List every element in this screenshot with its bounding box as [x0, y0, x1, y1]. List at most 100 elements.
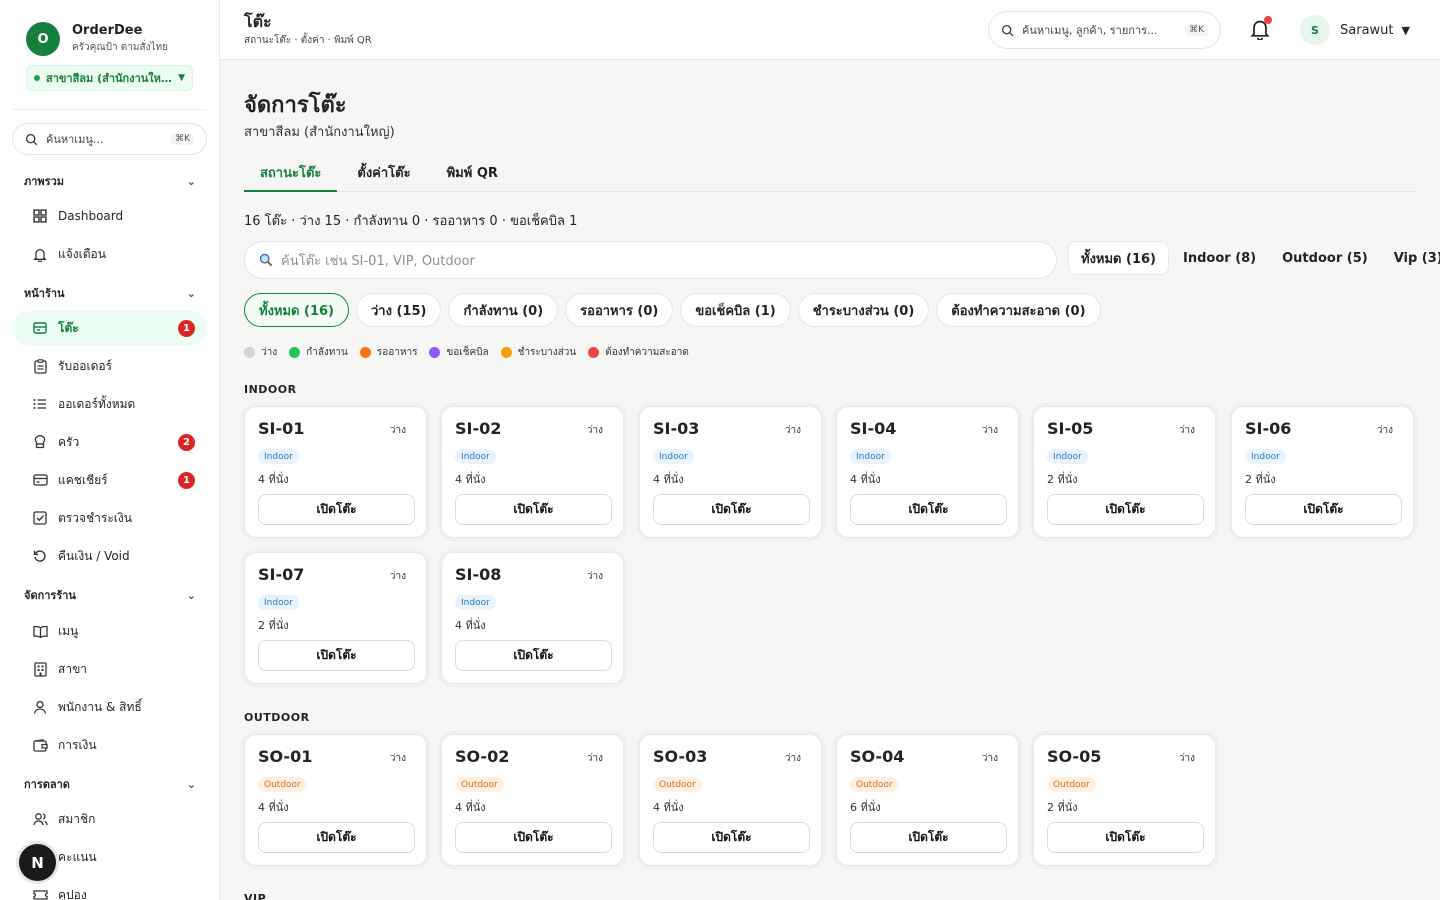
notification-badge: 2 [178, 433, 195, 451]
sidebar-item-label: คืนเงิน / Void [58, 548, 130, 563]
tab-table-settings[interactable]: ตั้งค่าโต๊ะ [341, 158, 426, 192]
zone-filter-outdoor[interactable]: Outdoor (5) [1270, 241, 1380, 275]
open-table-button[interactable]: เปิดโต๊ะ [1047, 494, 1204, 525]
tab-print-qr[interactable]: พิมพ์ QR [431, 158, 514, 192]
sidebar-item-notifications[interactable]: แจ้งเตือน [12, 237, 207, 271]
sidebar-item-label: สมาชิก [58, 811, 96, 826]
table-card[interactable]: SO-04 ว่าง Outdoor 6 ที่นั่ง เปิดโต๊ะ [836, 734, 1019, 866]
grid-icon [32, 208, 48, 224]
section-marketing[interactable]: การตลาด ⌄ [0, 774, 219, 794]
status-filter-all[interactable]: ทั้งหมด (16) [244, 293, 349, 327]
table-card[interactable]: SI-01 ว่าง Indoor 4 ที่นั่ง เปิดโต๊ะ [244, 406, 427, 538]
zone-badge: Indoor [1047, 449, 1088, 464]
table-name: SO-02 [455, 747, 510, 766]
status-filter-available[interactable]: ว่าง (15) [356, 293, 442, 327]
table-card[interactable]: SO-01 ว่าง Outdoor 4 ที่นั่ง เปิดโต๊ะ [244, 734, 427, 866]
sidebar-item-cashier[interactable]: แคชเชียร์ 1 [12, 463, 207, 497]
legend-label: ว่าง [261, 347, 278, 358]
card-icon [32, 472, 48, 488]
zone-badge: Outdoor [850, 777, 899, 792]
section-overview[interactable]: ภาพรวม ⌄ [0, 171, 219, 191]
sidebar-item-finance[interactable]: การเงิน [12, 728, 207, 762]
user-menu[interactable]: S Sarawut ▼ [1300, 15, 1410, 45]
table-name: SI-08 [455, 565, 502, 584]
zone-heading-outdoor: OUTDOOR [244, 711, 310, 724]
seat-count: 4 ที่นั่ง [258, 473, 289, 486]
table-status: ว่าง [784, 425, 801, 436]
sidebar-item-menu[interactable]: เมนู [12, 614, 207, 648]
table-card[interactable]: SO-05 ว่าง Outdoor 2 ที่นั่ง เปิดโต๊ะ [1033, 734, 1216, 866]
branch-selector[interactable]: สาขาสีลม (สำนักงานใหญ่) ▼ [26, 65, 193, 91]
open-table-button[interactable]: เปิดโต๊ะ [850, 822, 1007, 853]
table-search-input[interactable]: ค้นโต๊ะ เช่น SI-01, VIP, Outdoor [244, 241, 1057, 279]
legend-swatch [244, 347, 255, 358]
sidebar-item-members[interactable]: สมาชิก [12, 802, 207, 836]
table-status: ว่าง [1178, 753, 1195, 764]
brand-subtitle: ครัวคุณป้า ตามสั่งไทย [72, 42, 168, 53]
legend-swatch [289, 347, 301, 358]
notifications-button[interactable] [1250, 16, 1272, 41]
sidebar-item-branches[interactable]: สาขา [12, 652, 207, 686]
sidebar-item-refund-void[interactable]: คืนเงิน / Void [12, 539, 207, 573]
table-card[interactable]: SI-02 ว่าง Indoor 4 ที่นั่ง เปิดโต๊ะ [441, 406, 624, 538]
sidebar-item-coupons[interactable]: คูปอง [12, 878, 207, 900]
open-table-button[interactable]: เปิดโต๊ะ [653, 494, 810, 525]
sidebar-item-staff-permissions[interactable]: พนักงาน & สิทธิ์ [12, 690, 207, 724]
legend-swatch [500, 347, 512, 358]
open-table-button[interactable]: เปิดโต๊ะ [1047, 822, 1204, 853]
status-filter-waiting-food[interactable]: รออาหาร (0) [565, 293, 674, 327]
section-storefront[interactable]: หน้าร้าน ⌄ [0, 283, 219, 303]
wallet-icon [32, 737, 48, 753]
avatar: S [1300, 15, 1330, 45]
table-card[interactable]: SO-03 ว่าง Outdoor 4 ที่นั่ง เปิดโต๊ะ [639, 734, 822, 866]
zone-badge: Indoor [850, 449, 891, 464]
zone-badge: Outdoor [258, 777, 307, 792]
open-table-button[interactable]: เปิดโต๊ะ [653, 822, 810, 853]
zone-filter-vip[interactable]: Vip (3) [1382, 241, 1440, 275]
sidebar-item-kitchen[interactable]: ครัว 2 [12, 425, 207, 459]
sidebar-item-label: ออเดอร์ทั้งหมด [58, 396, 136, 411]
table-card[interactable]: SI-04 ว่าง Indoor 4 ที่นั่ง เปิดโต๊ะ [836, 406, 1019, 538]
open-table-button[interactable]: เปิดโต๊ะ [455, 822, 612, 853]
table-card[interactable]: SO-02 ว่าง Outdoor 4 ที่นั่ง เปิดโต๊ะ [441, 734, 624, 866]
section-store-management[interactable]: จัดการร้าน ⌄ [0, 585, 219, 605]
status-filter-partial-paid[interactable]: ชำระบางส่วน (0) [797, 293, 930, 327]
open-table-button[interactable]: เปิดโต๊ะ [258, 822, 415, 853]
open-table-button[interactable]: เปิดโต๊ะ [1245, 494, 1402, 525]
legend-label: ชำระบางส่วน [517, 347, 577, 358]
check-square-icon [32, 510, 48, 526]
shortcut-hint: ⌘K [171, 133, 194, 145]
sidebar-item-label: แจ้งเตือน [58, 246, 106, 261]
table-card[interactable]: SI-03 ว่าง Indoor 4 ที่นั่ง เปิดโต๊ะ [639, 406, 822, 538]
dev-tools-button[interactable]: N [19, 844, 56, 881]
sidebar-item-take-order[interactable]: รับออเดอร์ [12, 349, 207, 383]
zone-filter: ทั้งหมด (16) Indoor (8) Outdoor (5) Vip … [1068, 241, 1440, 275]
table-card[interactable]: SI-07 ว่าง Indoor 2 ที่นั่ง เปิดโต๊ะ [244, 552, 427, 684]
status-filter-dining[interactable]: กำลังทาน (0) [448, 293, 559, 327]
table-card[interactable]: SI-05 ว่าง Indoor 2 ที่นั่ง เปิดโต๊ะ [1033, 406, 1216, 538]
open-table-button[interactable]: เปิดโต๊ะ [258, 494, 415, 525]
branch-status-dot [34, 75, 40, 81]
sidebar-item-all-orders[interactable]: ออเดอร์ทั้งหมด [12, 387, 207, 421]
sidebar-item-label: โต๊ะ [58, 320, 79, 335]
sidebar-item-payment-check[interactable]: ตรวจชำระเงิน [12, 501, 207, 535]
sidebar-search-input[interactable]: ค้นหาเมนู... ⌘K [12, 123, 207, 155]
open-table-button[interactable]: เปิดโต๊ะ [455, 494, 612, 525]
sidebar-item-dashboard[interactable]: Dashboard [12, 199, 207, 233]
zone-filter-indoor[interactable]: Indoor (8) [1171, 241, 1268, 275]
table-name: SI-02 [455, 419, 502, 438]
open-table-button[interactable]: เปิดโต๊ะ [850, 494, 1007, 525]
open-table-button[interactable]: เปิดโต๊ะ [455, 640, 612, 671]
sidebar-item-tables[interactable]: โต๊ะ 1 [12, 311, 207, 345]
zone-filter-all[interactable]: ทั้งหมด (16) [1068, 241, 1169, 275]
tab-table-status[interactable]: สถานะโต๊ะ [244, 158, 338, 192]
status-filter-needs-cleaning[interactable]: ต้องทำความสะอาด (0) [936, 293, 1101, 327]
status-filter-check-bill[interactable]: ขอเช็คบิล (1) [680, 293, 791, 327]
open-table-button[interactable]: เปิดโต๊ะ [258, 640, 415, 671]
table-status: ว่าง [389, 425, 406, 436]
global-search-input[interactable]: ค้นหาเมนู, ลูกค้า, รายการ... ⌘K [988, 11, 1221, 49]
table-card[interactable]: SI-08 ว่าง Indoor 4 ที่นั่ง เปิดโต๊ะ [441, 552, 624, 684]
table-name: SI-06 [1245, 419, 1292, 438]
brand-logo[interactable]: O [26, 22, 60, 56]
table-card[interactable]: SI-06 ว่าง Indoor 2 ที่นั่ง เปิดโต๊ะ [1231, 406, 1414, 538]
